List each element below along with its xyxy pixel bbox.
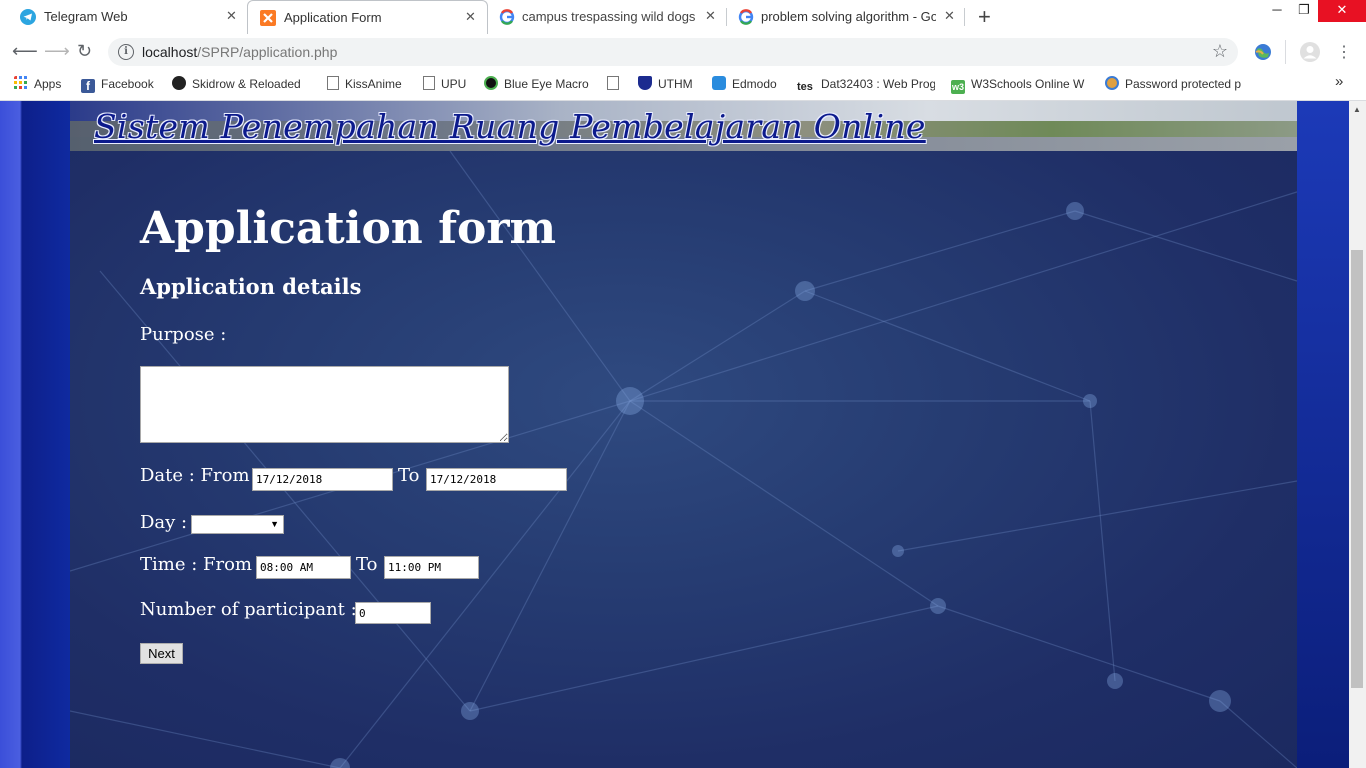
- profile-avatar-icon[interactable]: [1299, 41, 1321, 63]
- participants-input[interactable]: 0: [355, 602, 431, 624]
- page-icon: [423, 76, 435, 90]
- forward-icon[interactable]: ⟶: [44, 42, 70, 60]
- scrollbar-thumb[interactable]: [1351, 250, 1363, 688]
- url-text: localhost/SPRP/application.php: [142, 44, 338, 60]
- page-icon: [607, 76, 619, 90]
- date-from-input[interactable]: 17/12/2018: [252, 468, 393, 491]
- browser-toolbar: ⟵ ⟶ ↻ i localhost/SPRP/application.php ☆…: [0, 34, 1366, 70]
- close-tab-icon[interactable]: ✕: [226, 8, 237, 24]
- shield-icon: [638, 76, 652, 90]
- bookmark-star-icon[interactable]: ☆: [1212, 41, 1228, 62]
- bookmarks-bar: Apps f Facebook Skidrow & Reloaded KissAn…: [0, 70, 1366, 101]
- tab-title: Application Form: [284, 10, 382, 25]
- time-to-label: To: [356, 554, 378, 575]
- next-button[interactable]: Next: [140, 643, 183, 664]
- apps-grid-icon: [14, 76, 27, 89]
- tab-title: campus trespassing wild dogs iss: [522, 9, 697, 24]
- bookmark-uthm[interactable]: UTHM: [638, 76, 693, 94]
- tab-separator: [964, 8, 965, 26]
- site-banner: Sistem Penempahan Ruang Pembelajaran Onl…: [70, 101, 1297, 151]
- tab-problem-solving[interactable]: problem solving algorithm - Goo ✕: [727, 0, 964, 34]
- address-bar[interactable]: i localhost/SPRP/application.php ☆: [108, 38, 1238, 66]
- w3schools-icon: w3: [951, 80, 965, 94]
- close-tab-icon[interactable]: ✕: [944, 8, 955, 24]
- eye-icon: [484, 76, 498, 90]
- close-window-button[interactable]: ✕: [1318, 0, 1366, 22]
- toolbar-separator: [1285, 40, 1286, 64]
- bookmark-apps[interactable]: Apps: [14, 76, 61, 94]
- skidrow-icon: [172, 76, 186, 90]
- scroll-up-icon[interactable]: ▲: [1353, 105, 1361, 114]
- form-panel: Application form Application details Pur…: [70, 151, 1297, 768]
- new-tab-button[interactable]: +: [978, 4, 991, 30]
- day-label: Day :: [140, 512, 188, 533]
- tab-campus-search[interactable]: campus trespassing wild dogs iss ✕: [487, 0, 725, 34]
- more-bookmarks-button[interactable]: »: [1335, 74, 1343, 92]
- bookmark-kissanime[interactable]: KissAnime: [327, 76, 402, 94]
- purpose-label: Purpose :: [140, 324, 227, 345]
- tab-strip: Telegram Web ✕ Application Form ✕ campus…: [0, 0, 1366, 35]
- globe-extension-icon[interactable]: [1254, 43, 1272, 61]
- google-icon: [738, 9, 754, 25]
- time-from-label: Time : From: [140, 554, 252, 575]
- chevron-down-icon: ▼: [270, 519, 279, 529]
- time-from-input[interactable]: 08:00 AM: [256, 556, 351, 579]
- section-title: Application details: [140, 274, 362, 299]
- restore-button[interactable]: ❐: [1290, 0, 1318, 22]
- date-from-label: Date : From: [140, 465, 250, 486]
- day-select[interactable]: ▼: [191, 515, 284, 534]
- date-to-input[interactable]: 17/12/2018: [426, 468, 567, 491]
- bookmark-blue-eye-macro[interactable]: Blue Eye Macro: [484, 76, 589, 94]
- purpose-textarea[interactable]: [140, 366, 509, 443]
- tab-telegram[interactable]: Telegram Web ✕: [0, 0, 246, 34]
- bookmark-facebook[interactable]: f Facebook: [81, 76, 154, 94]
- page-scrollbar[interactable]: ▲: [1349, 101, 1366, 768]
- reload-icon[interactable]: ↻: [77, 42, 92, 60]
- facebook-icon: f: [81, 79, 95, 93]
- participants-label: Number of participant :: [140, 599, 357, 620]
- page-side-background: [1297, 101, 1349, 768]
- bookmark-w3schools[interactable]: w3 W3Schools Online W: [951, 76, 1089, 94]
- close-tab-icon[interactable]: ✕: [465, 9, 476, 25]
- tab-title: problem solving algorithm - Goo: [761, 9, 936, 24]
- xampp-icon: [260, 10, 276, 26]
- bookmark-password-protected[interactable]: Password protected p: [1105, 76, 1243, 94]
- date-to-label: To: [398, 465, 420, 486]
- time-to-input[interactable]: 11:00 PM: [384, 556, 479, 579]
- tab-application-form[interactable]: Application Form ✕: [247, 0, 488, 35]
- tes-icon: tes: [797, 81, 813, 93]
- menu-kebab-icon[interactable]: ⋮: [1336, 42, 1352, 62]
- site-title-link[interactable]: Sistem Penempahan Ruang Pembelajaran Onl…: [94, 107, 926, 146]
- page-icon: [327, 76, 339, 90]
- page-viewport: Sistem Penempahan Ruang Pembelajaran Onl…: [0, 101, 1349, 768]
- telegram-icon: [20, 9, 36, 25]
- bookmark-untitled[interactable]: [607, 76, 625, 94]
- minimize-button[interactable]: ─: [1262, 0, 1292, 22]
- tab-title: Telegram Web: [44, 9, 128, 24]
- edmodo-icon: [712, 76, 726, 90]
- lock-ribbon-icon: [1105, 76, 1119, 90]
- back-icon[interactable]: ⟵: [12, 42, 38, 60]
- bookmark-dat32403[interactable]: tes Dat32403 : Web Prog: [797, 76, 935, 94]
- bookmark-skidrow[interactable]: Skidrow & Reloaded: [172, 76, 310, 94]
- bookmark-edmodo[interactable]: Edmodo: [712, 76, 777, 94]
- site-info-icon[interactable]: i: [118, 44, 134, 60]
- close-tab-icon[interactable]: ✕: [705, 8, 716, 24]
- google-icon: [499, 9, 515, 25]
- form-title: Application form: [140, 203, 557, 254]
- bookmark-upu[interactable]: UPU: [423, 76, 466, 94]
